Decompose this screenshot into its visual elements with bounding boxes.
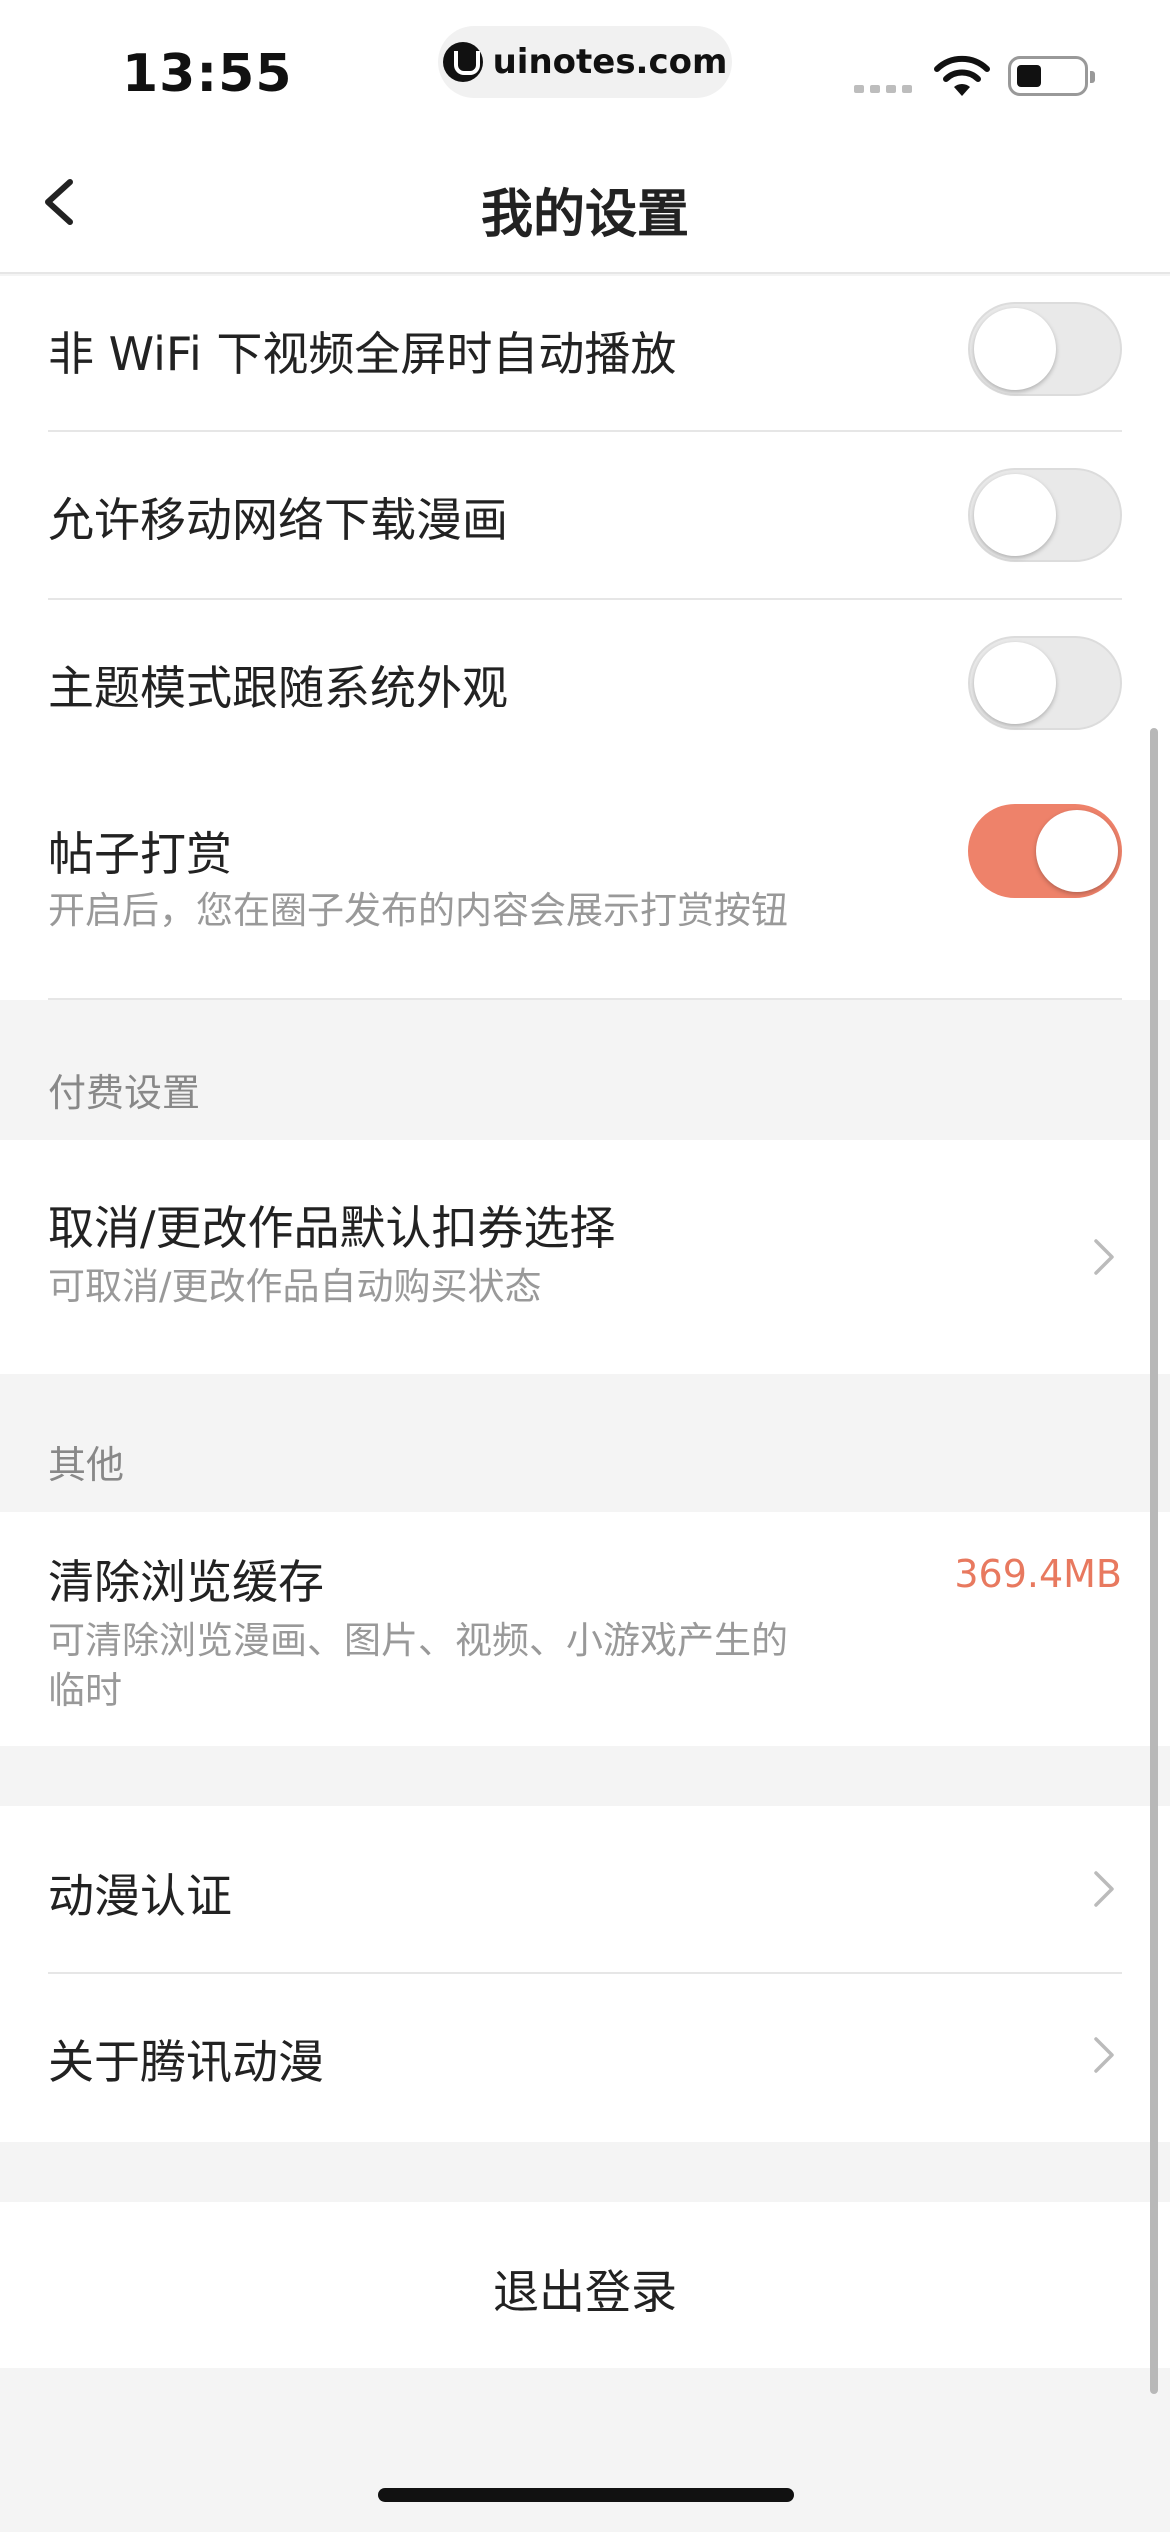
setting-title: 清除浏览缓存 [48,1555,324,1609]
url-pill[interactable]: uinotes.com [438,26,732,98]
links-section: 动漫认证 关于腾讯动漫 [0,1806,1170,2142]
section-header-label: 其他 [48,1443,125,1487]
theme-follow-toggle[interactable] [968,636,1122,730]
url-text: uinotes.com [492,42,728,82]
post-reward-toggle[interactable] [968,804,1122,898]
home-indicator[interactable] [378,2488,794,2502]
mobile-download-toggle[interactable] [968,468,1122,562]
setting-row-autoplay: 非 WiFi 下视频全屏时自动播放 [0,276,1170,432]
setting-row-mobile-download: 允许移动网络下载漫画 [0,432,1170,600]
status-time: 13:55 [122,44,293,104]
page-title: 我的设置 [480,185,689,245]
toggle-settings-section: 非 WiFi 下视频全屏时自动播放 允许移动网络下载漫画 主题模式跟随系统外观 … [0,276,1170,1000]
chevron-right-icon [1094,2037,1114,2073]
clear-cache-row[interactable]: 清除浏览缓存 可清除浏览漫画、图片、视频、小游戏产生的 临时 369.4MB [0,1512,1170,1746]
site-logo-icon [442,42,483,82]
chevron-right-icon [1094,1871,1114,1907]
paid-settings-section: 取消/更改作品默认扣券选择 可取消/更改作品自动购买状态 [0,1140,1170,1374]
setting-title: 动漫认证 [48,1869,232,1923]
wifi-icon [934,55,990,96]
chevron-right-icon [1094,1239,1114,1275]
setting-title: 帖子打赏 [48,827,232,881]
nav-bar: 我的设置 [0,130,1170,274]
other-section: 清除浏览缓存 可清除浏览漫画、图片、视频、小游戏产生的 临时 369.4MB [0,1512,1170,1746]
link-row-about[interactable]: 关于腾讯动漫 [0,1974,1170,2142]
settings-page: 13:55 uinotes.com 我的设置 非 WiFi 下视频全屏时自动播放… [0,0,1170,2532]
logout-button[interactable]: 退出登录 [0,2256,1170,2322]
section-header-paid: 付费设置 [0,1000,1170,1140]
battery-icon [1008,56,1095,96]
default-coupon-row[interactable]: 取消/更改作品默认扣券选择 可取消/更改作品自动购买状态 [0,1140,1170,1374]
setting-subtitle: 可取消/更改作品自动购买状态 [48,1265,542,1308]
autoplay-toggle[interactable] [968,302,1122,396]
section-header-label: 付费设置 [48,1071,201,1115]
setting-title: 非 WiFi 下视频全屏时自动播放 [48,327,677,381]
status-bar: 13:55 uinotes.com [0,0,1170,130]
setting-subtitle: 开启后，您在圈子发布的内容会展示打赏按钮 [48,889,788,932]
logout-section: 退出登录 [0,2202,1170,2368]
setting-title: 关于腾讯动漫 [48,2035,324,2089]
setting-title: 主题模式跟随系统外观 [48,661,508,715]
setting-row-post-reward: 帖子打赏 开启后，您在圈子发布的内容会展示打赏按钮 [0,768,1170,998]
link-row-anime-certification[interactable]: 动漫认证 [0,1806,1170,1972]
setting-row-theme-follow: 主题模式跟随系统外观 [0,600,1170,768]
cache-size-value: 369.4MB [954,1552,1122,1596]
section-header-other: 其他 [0,1374,1170,1512]
setting-subtitle-continued: 临时 [48,1669,122,1712]
setting-title: 取消/更改作品默认扣券选择 [48,1201,616,1255]
setting-title: 允许移动网络下载漫画 [48,493,508,547]
cellular-signal-icon [854,85,912,93]
scrollbar[interactable] [1150,728,1158,2394]
setting-subtitle: 可清除浏览漫画、图片、视频、小游戏产生的 [48,1619,788,1662]
